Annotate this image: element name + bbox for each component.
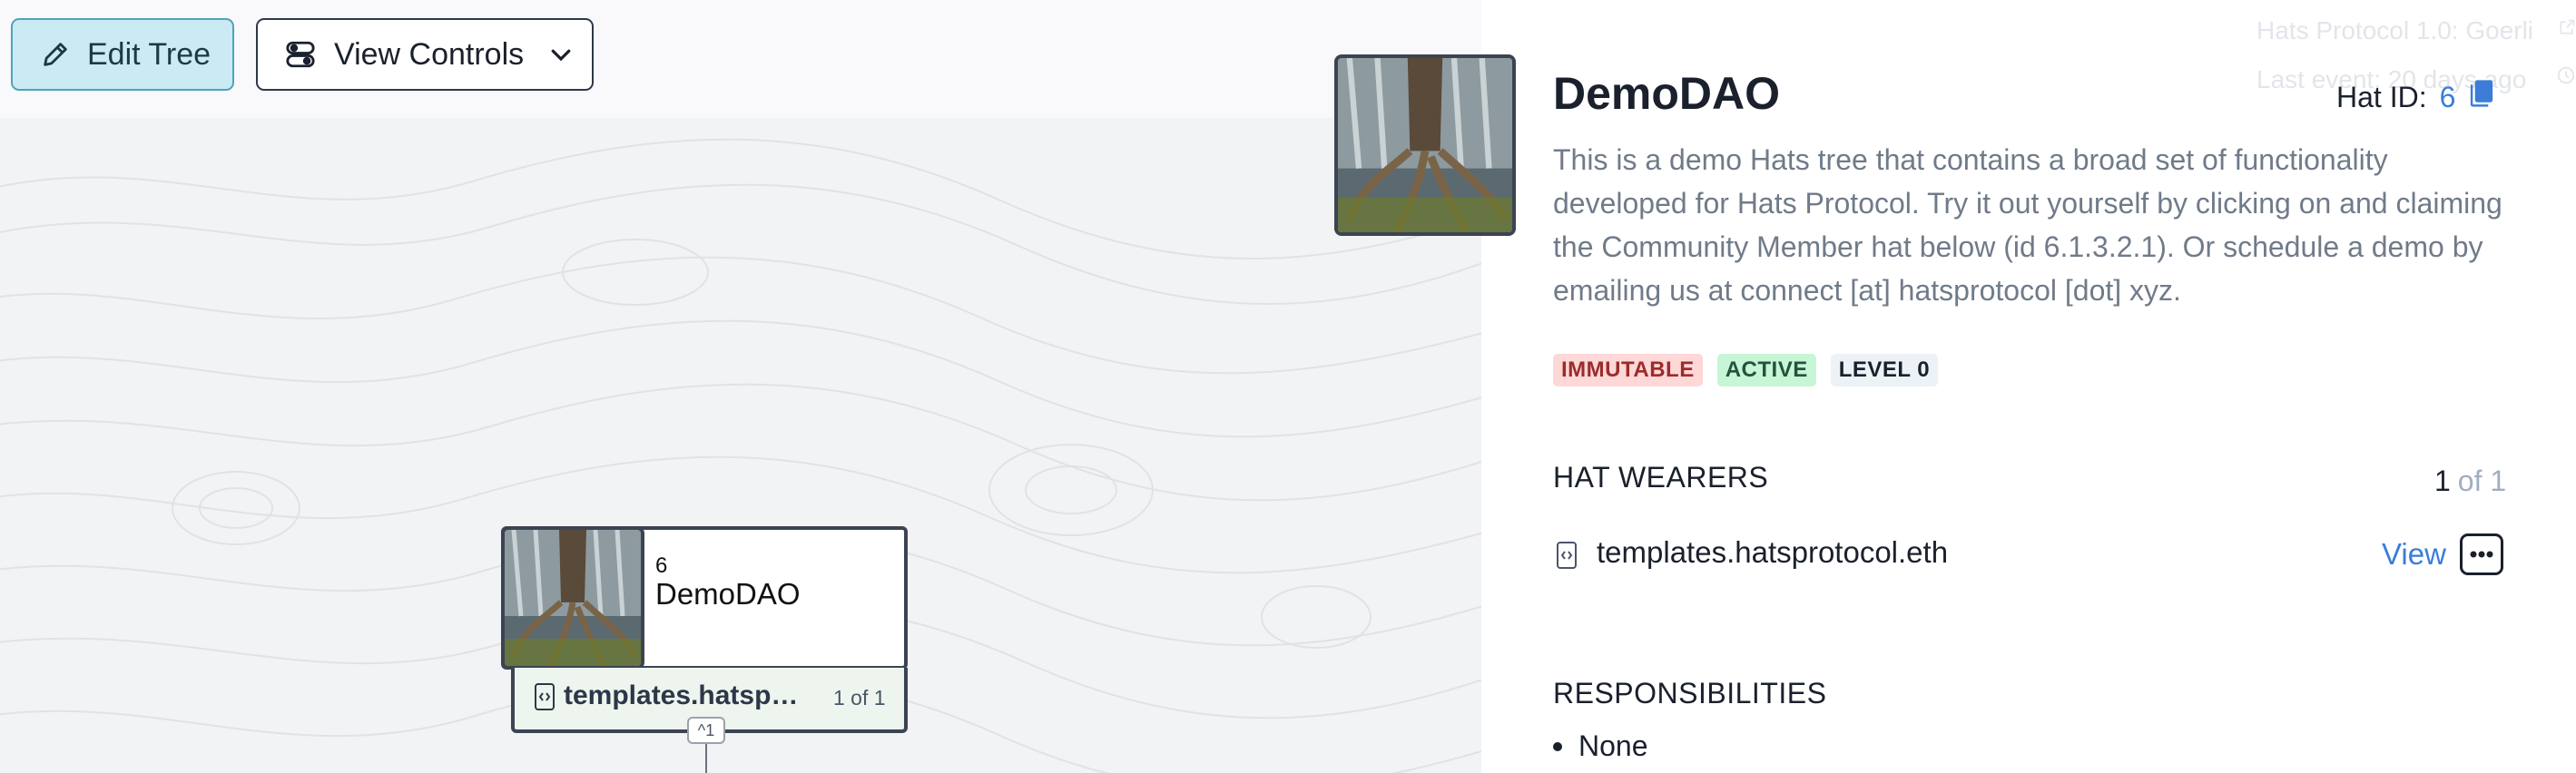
list-item: None bbox=[1553, 729, 1648, 763]
hat-description: This is a demo Hats tree that contains a… bbox=[1553, 143, 2502, 307]
immutable-badge: IMMUTABLE bbox=[1553, 354, 1703, 386]
tree-canvas[interactable]: Edit Tree View Controls 6 DemoDAO templa… bbox=[0, 0, 1481, 773]
contract-icon bbox=[1556, 541, 1578, 574]
wearers-count-current: 1 bbox=[2434, 465, 2451, 497]
children-toggle-button[interactable]: ^1 bbox=[687, 717, 725, 744]
view-controls-label: View Controls bbox=[334, 36, 525, 72]
hat-node-wearer-count: 1 of 1 bbox=[833, 686, 886, 709]
hat-id-label: Hat ID: bbox=[2336, 80, 2427, 113]
external-link-icon[interactable] bbox=[2558, 18, 2576, 41]
edit-tree-label: Edit Tree bbox=[87, 36, 211, 72]
toggles-icon bbox=[285, 39, 316, 70]
wearers-count: 1 of 1 bbox=[2434, 465, 2506, 498]
clock-icon bbox=[2556, 65, 2576, 90]
wearer-more-button[interactable] bbox=[2460, 533, 2503, 575]
edit-tree-button[interactable]: Edit Tree bbox=[11, 18, 234, 91]
tree-connector-line bbox=[705, 744, 707, 773]
chevron-down-icon bbox=[547, 41, 575, 68]
view-wearer-link[interactable]: View bbox=[2382, 537, 2446, 572]
pencil-icon bbox=[40, 39, 71, 70]
status-badges: IMMUTABLE ACTIVE LEVEL 0 bbox=[1553, 354, 1939, 386]
wearers-count-max: of 1 bbox=[2457, 465, 2507, 497]
copy-icon[interactable] bbox=[2468, 78, 2495, 116]
contract-icon bbox=[534, 682, 556, 716]
responsibility-text: None bbox=[1578, 729, 1648, 762]
network-label: Hats Protocol 1.0: Goerli bbox=[2256, 16, 2534, 44]
hat-id: Hat ID: 6 bbox=[2336, 78, 2495, 116]
hat-node-id: 6 bbox=[655, 553, 668, 578]
bullet bbox=[1553, 741, 1562, 751]
level-badge: LEVEL 0 bbox=[1830, 354, 1939, 386]
hat-image bbox=[1334, 54, 1516, 236]
active-badge: ACTIVE bbox=[1716, 354, 1816, 386]
hat-id-value[interactable]: 6 bbox=[2440, 81, 2456, 114]
wearer-address: templates.hatsprotocol.eth bbox=[1597, 535, 1949, 569]
hat-node-name: DemoDAO bbox=[655, 577, 801, 611]
hat-node-wearer: templates.hatsp… bbox=[564, 680, 799, 710]
responsibilities-heading: RESPONSIBILITIES bbox=[1553, 677, 1827, 709]
view-controls-button[interactable]: View Controls bbox=[256, 18, 594, 91]
hat-wearers-heading: HAT WEARERS bbox=[1553, 461, 1769, 494]
hat-node-image bbox=[501, 526, 644, 670]
hat-title: DemoDAO bbox=[1553, 68, 1781, 119]
more-horizontal-icon bbox=[2470, 546, 2493, 563]
